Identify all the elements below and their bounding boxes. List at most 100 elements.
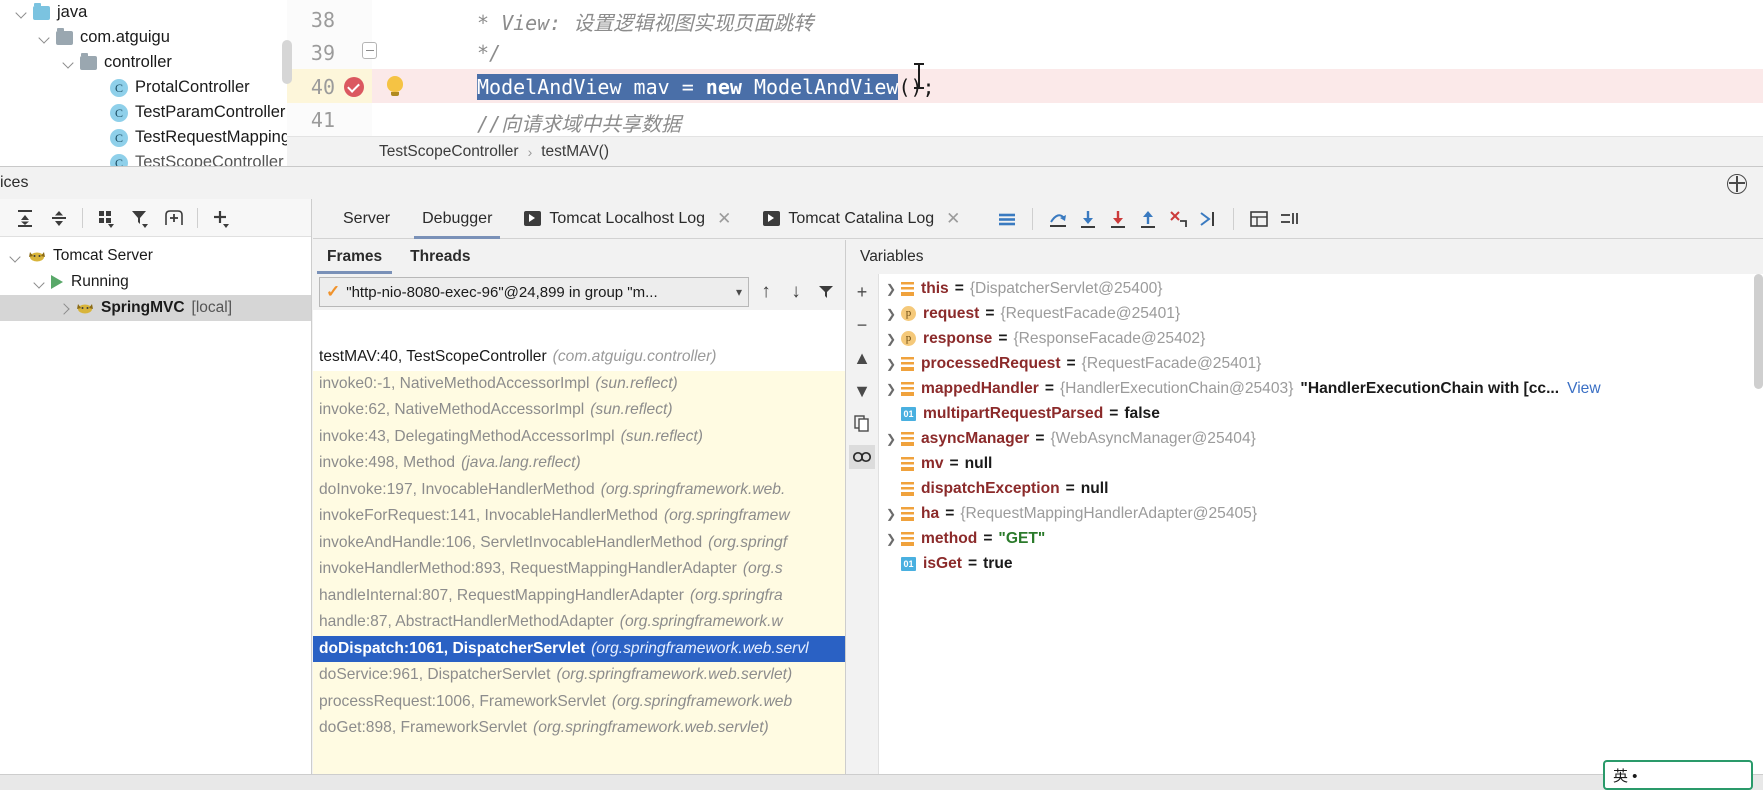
breakpoint-checked-icon[interactable] <box>344 77 364 97</box>
step-out-icon[interactable] <box>1133 204 1163 234</box>
frame-row[interactable]: invokeForRequest:141, InvocableHandlerMe… <box>313 503 845 530</box>
filter-icon[interactable] <box>123 203 157 233</box>
tree-item-controller[interactable]: controller <box>61 50 172 75</box>
settings-gear-icon[interactable] <box>1725 172 1749 196</box>
frame-row[interactable]: invoke0:-1, NativeMethodAccessorImpl (sun… <box>313 371 845 398</box>
tree-item-testrequestmapping[interactable]: C TestRequestMappingC <box>110 125 287 150</box>
close-icon[interactable]: ✕ <box>946 209 960 229</box>
services-tree-item-running[interactable]: Running <box>0 269 311 295</box>
variable-row[interactable]: ❯ method = "GET" <box>879 526 1763 551</box>
watches-icon[interactable] <box>849 445 875 469</box>
variable-row[interactable]: 01 isGet = true <box>879 551 1763 576</box>
thread-selector[interactable]: ✓ "http-nio-8080-exec-96"@24,899 in grou… <box>319 277 749 307</box>
variables-gutter[interactable]: + − ▲ ▼ <box>846 274 879 790</box>
frame-row[interactable]: invoke:498, Method (java.lang.reflect) <box>313 450 845 477</box>
tree-item-com-atguigu[interactable]: com.atguigu <box>37 25 170 50</box>
tab-server[interactable]: Server <box>327 199 406 239</box>
down-icon[interactable]: ▼ <box>849 379 875 403</box>
chevron-down-icon[interactable]: ▾ <box>736 285 742 299</box>
settings-icon[interactable] <box>1274 204 1304 234</box>
frame-row[interactable]: handleInternal:807, RequestMappingHandle… <box>313 583 845 610</box>
chevron-down-icon[interactable] <box>37 30 52 45</box>
chevron-right-icon[interactable]: ❯ <box>881 357 901 371</box>
layout-lines-icon[interactable] <box>992 204 1022 234</box>
run-to-cursor-icon[interactable] <box>1193 204 1223 234</box>
variables-list[interactable]: ❯ this = {DispatcherServlet@25400} ❯ p r… <box>879 274 1763 790</box>
add-icon[interactable]: + <box>849 280 875 304</box>
remove-icon[interactable]: − <box>849 313 875 337</box>
breadcrumb[interactable]: TestScopeController › testMAV() <box>287 136 1763 166</box>
variables-panel[interactable]: Variables + − ▲ ▼ ❯ this = {DispatcherSe… <box>846 240 1763 790</box>
frame-row-selected[interactable]: doDispatch:1061, DispatcherServlet (org.s… <box>313 635 845 662</box>
filter-icon[interactable] <box>813 279 839 305</box>
variable-row[interactable]: ❯ p request = {RequestFacade@25401} <box>879 301 1763 326</box>
variable-row[interactable]: dispatchException = null <box>879 476 1763 501</box>
tab-threads[interactable]: Threads <box>396 240 484 274</box>
debugger-panel[interactable]: Server Debugger Tomcat Localhost Log ✕ T… <box>313 199 1763 790</box>
chevron-down-icon[interactable] <box>8 249 23 264</box>
chevron-down-icon[interactable] <box>14 5 29 20</box>
tree-item-protalcontroller[interactable]: C ProtalController <box>110 75 250 100</box>
chevron-down-icon[interactable] <box>32 275 47 290</box>
thread-selector-bar[interactable]: ✓ "http-nio-8080-exec-96"@24,899 in grou… <box>313 274 845 310</box>
add-frame-icon[interactable] <box>157 203 191 233</box>
frame-row[interactable]: invoke:62, NativeMethodAccessorImpl (sun.… <box>313 397 845 424</box>
expand-all-icon[interactable] <box>8 203 42 233</box>
tab-tomcat-catalina-log[interactable]: Tomcat Catalina Log ✕ <box>747 199 976 239</box>
variable-row[interactable]: ❯ this = {DispatcherServlet@25400} <box>879 276 1763 301</box>
frame-row[interactable]: invokeHandlerMethod:893, RequestMappingH… <box>313 556 845 583</box>
frames-list[interactable]: testMAV:40, TestScopeController (com.atgu… <box>313 344 845 790</box>
tree-item-testparamcontroller[interactable]: C TestParamController <box>110 100 285 125</box>
variable-row[interactable]: ❯ mappedHandler = {HandlerExecutionChain… <box>879 376 1763 401</box>
code-fold-icon[interactable] <box>362 42 377 59</box>
collapse-all-icon[interactable] <box>42 203 76 233</box>
frame-row[interactable]: doService:961, DispatcherServlet (org.spr… <box>313 662 845 689</box>
tab-frames[interactable]: Frames <box>313 240 396 274</box>
variable-row[interactable]: ❯ processedRequest = {RequestFacade@2540… <box>879 351 1763 376</box>
step-into-icon[interactable] <box>1073 204 1103 234</box>
up-icon[interactable]: ▲ <box>849 346 875 370</box>
close-icon[interactable]: ✕ <box>717 209 731 229</box>
copy-icon[interactable] <box>849 412 875 436</box>
step-over-icon[interactable] <box>1043 204 1073 234</box>
debugger-tab-bar[interactable]: Server Debugger Tomcat Localhost Log ✕ T… <box>313 199 1763 239</box>
view-link[interactable]: View <box>1567 380 1601 398</box>
frame-row[interactable]: invokeAndHandle:106, ServletInvocableHan… <box>313 530 845 557</box>
group-by-icon[interactable] <box>89 203 123 233</box>
frames-panel[interactable]: Frames Threads ✓ "http-nio-8080-exec-96"… <box>313 240 846 790</box>
services-tree-item-springmvc[interactable]: SpringMVC [local] <box>0 295 311 321</box>
chevron-right-icon[interactable]: ❯ <box>881 507 901 521</box>
frame-row[interactable]: testMAV:40, TestScopeController (com.atgu… <box>313 344 845 371</box>
services-tree-item-tomcat-server[interactable]: Tomcat Server <box>0 243 311 269</box>
chevron-right-icon[interactable] <box>56 301 71 316</box>
project-tree[interactable]: java com.atguigu controller C ProtalCont… <box>0 0 287 168</box>
services-tree-panel[interactable]: Tomcat Server Running SpringMVC [local] <box>0 199 312 790</box>
frame-row[interactable]: doGet:898, FrameworkServlet (org.springfr… <box>313 715 845 742</box>
chevron-down-icon[interactable] <box>61 55 76 70</box>
chevron-right-icon[interactable]: ❯ <box>881 382 901 396</box>
add-icon[interactable] <box>204 203 238 233</box>
variable-row[interactable]: ❯ ha = {RequestMappingHandlerAdapter@254… <box>879 501 1763 526</box>
code-editor[interactable]: 38 39 40 41 * View: 设置逻辑视图实现页面跳转 */ Mode… <box>282 0 1763 136</box>
chevron-right-icon[interactable]: ❯ <box>881 432 901 446</box>
chevron-right-icon[interactable]: ❯ <box>881 307 901 321</box>
variable-row[interactable]: mv = null <box>879 451 1763 476</box>
variable-row[interactable]: ❯ p response = {ResponseFacade@25402} <box>879 326 1763 351</box>
chevron-right-icon[interactable]: ❯ <box>881 332 901 346</box>
variables-scrollbar[interactable] <box>1754 274 1763 389</box>
services-tool-window[interactable]: vices <box>0 166 1763 790</box>
frame-row[interactable]: processRequest:1006, FrameworkServlet (or… <box>313 689 845 716</box>
frame-row[interactable]: handle:87, AbstractHandlerMethodAdapter (… <box>313 609 845 636</box>
variable-row[interactable]: 01 multipartRequestParsed = false <box>879 401 1763 426</box>
intention-bulb-icon[interactable] <box>387 76 403 96</box>
evaluate-icon[interactable] <box>1244 204 1274 234</box>
tab-tomcat-localhost-log[interactable]: Tomcat Localhost Log ✕ <box>508 199 747 239</box>
services-toolbar[interactable] <box>0 199 311 237</box>
frame-row[interactable]: invoke:43, DelegatingMethodAccessorImpl (… <box>313 424 845 451</box>
tab-debugger[interactable]: Debugger <box>406 199 508 239</box>
up-arrow-icon[interactable]: ↑ <box>753 279 779 305</box>
frames-tab-bar[interactable]: Frames Threads <box>313 240 845 274</box>
variable-row[interactable]: ❯ asyncManager = {WebAsyncManager@25404} <box>879 426 1763 451</box>
down-arrow-icon[interactable]: ↓ <box>783 279 809 305</box>
chevron-right-icon[interactable]: ❯ <box>881 282 901 296</box>
